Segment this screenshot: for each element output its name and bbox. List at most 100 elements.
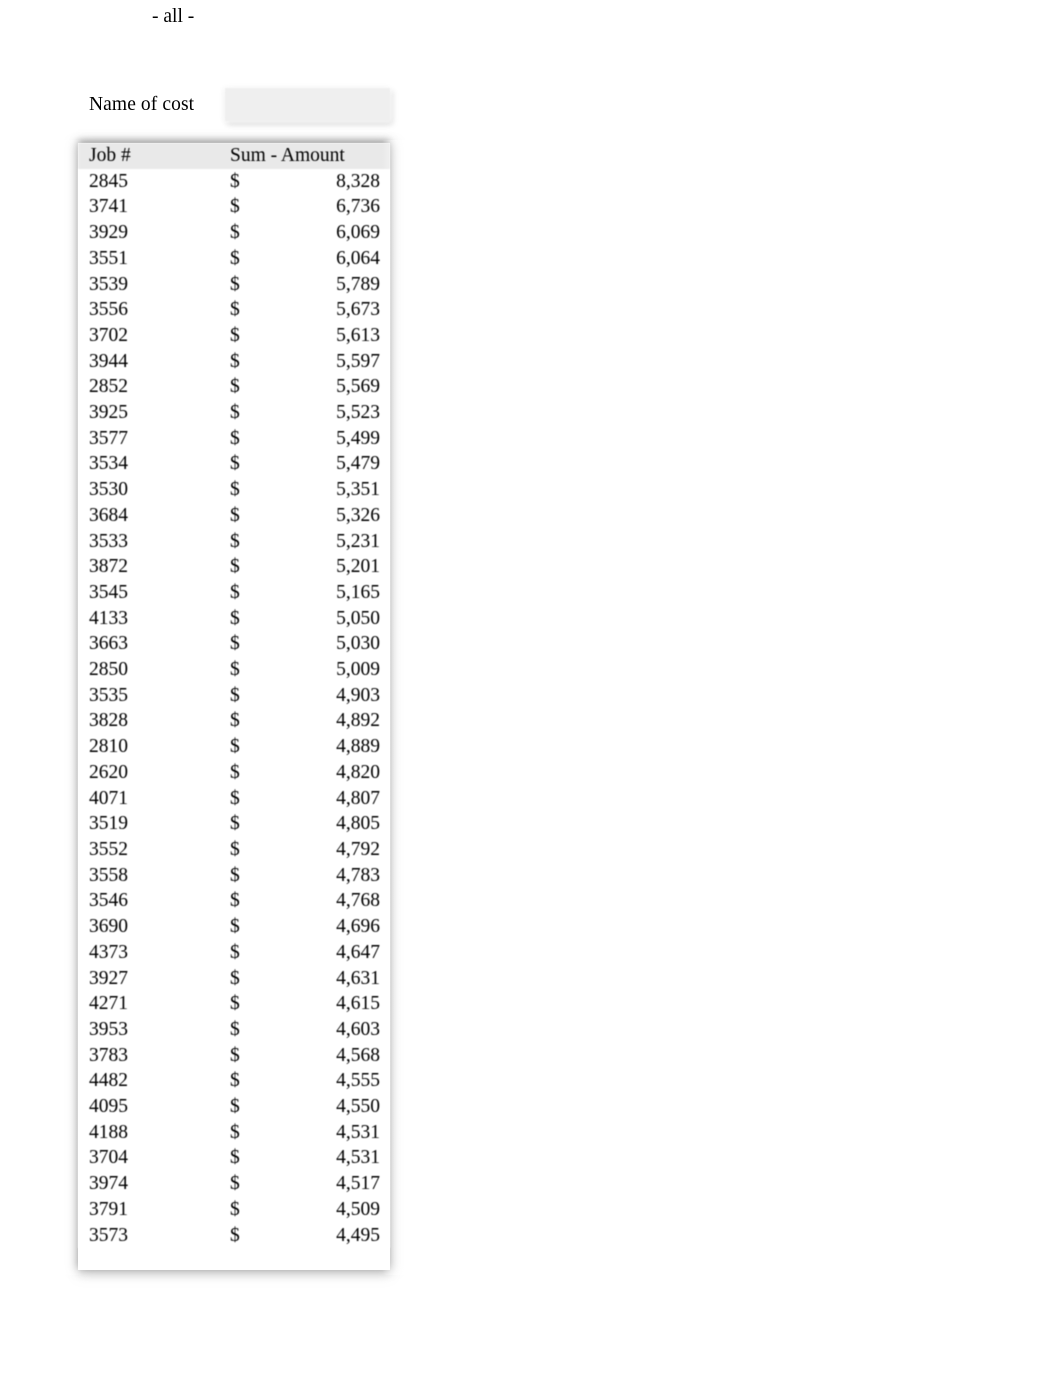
table-row: 3974 $4,517 (78, 1171, 390, 1197)
pivot-table-container: Job # Sum - Amount 2845 $8,328 3741 $6,736 3… (78, 143, 390, 1270)
cell-job: 4071 (78, 785, 225, 812)
cell-amount: $4,783 (225, 862, 390, 889)
amount-value: 5,165 (336, 581, 380, 603)
currency-symbol: $ (230, 530, 240, 552)
currency-symbol: $ (230, 222, 240, 244)
cell-job: 3929 (78, 220, 225, 246)
cell-amount: $4,696 (225, 914, 390, 940)
table-row: 2810 $4,889 (78, 734, 390, 760)
currency-symbol: $ (230, 684, 240, 706)
cell-job: 3783 (78, 1042, 225, 1069)
table-row: 3539 $5,789 (78, 271, 390, 298)
amount-value: 4,531 (336, 1147, 380, 1169)
currency-symbol: $ (230, 864, 240, 886)
cell-amount: $5,165 (225, 579, 390, 606)
amount-value: 4,783 (336, 864, 380, 886)
currency-symbol: $ (230, 376, 240, 398)
table-row: 3828 $4,892 (78, 708, 390, 735)
amount-value: 6,064 (336, 247, 380, 269)
table-row: 3556 $5,673 (78, 297, 390, 323)
cell-amount: $4,889 (225, 734, 390, 760)
cell-amount: $5,673 (225, 297, 390, 323)
cell-amount: $4,820 (225, 759, 390, 786)
cell-job: 4133 (78, 605, 225, 632)
amount-value: 5,351 (336, 479, 380, 501)
filter-value-dropdown[interactable] (225, 88, 390, 121)
currency-symbol: $ (230, 556, 240, 578)
filter-value-text: - all - (152, 6, 195, 27)
table-row: 2620 $4,820 (78, 759, 390, 786)
amount-value: 5,030 (336, 633, 380, 655)
amount-value: 5,009 (336, 659, 380, 681)
amount-value: 4,550 (336, 1096, 380, 1118)
cell-amount: $4,647 (225, 939, 390, 966)
currency-symbol: $ (230, 710, 240, 732)
cell-amount: $5,009 (225, 657, 390, 683)
cell-amount: $4,615 (225, 991, 390, 1017)
amount-value: 4,889 (336, 736, 380, 758)
cell-amount: $5,231 (225, 528, 390, 555)
currency-symbol: $ (230, 427, 240, 449)
cell-job: 3556 (78, 297, 225, 323)
cell-amount: $5,523 (225, 400, 390, 426)
table-body: 2845 $8,328 3741 $6,736 3929 $6,069 3551 $6,064… (78, 168, 390, 1249)
currency-symbol: $ (230, 299, 240, 321)
table-row: 4188 $4,531 (78, 1119, 390, 1146)
amount-value: 4,531 (336, 1121, 380, 1143)
amount-value: 5,597 (336, 350, 380, 372)
cell-amount: $5,326 (225, 502, 390, 529)
amount-value: 4,696 (336, 916, 380, 938)
cell-job: 3573 (78, 1222, 225, 1249)
amount-value: 4,892 (336, 710, 380, 732)
cell-amount: $4,792 (225, 836, 390, 863)
cell-job: 3925 (78, 400, 225, 426)
cell-amount: $5,201 (225, 554, 390, 580)
cell-amount: $4,631 (225, 965, 390, 992)
amount-value: 4,805 (336, 813, 380, 835)
cell-amount: $5,050 (225, 605, 390, 632)
cell-job: 2810 (78, 734, 225, 760)
column-header-job[interactable]: Job # (78, 143, 225, 169)
amount-value: 4,615 (336, 993, 380, 1015)
currency-symbol: $ (230, 993, 240, 1015)
cell-amount: $5,499 (225, 425, 390, 452)
table-row: 3534 $5,479 (78, 451, 390, 478)
table-row: 3944 $5,597 (78, 348, 390, 375)
amount-value: 5,499 (336, 427, 380, 449)
cell-job: 3690 (78, 914, 225, 940)
table-row: 3663 $5,030 (78, 631, 390, 658)
cell-job: 2845 (78, 168, 225, 195)
currency-symbol: $ (230, 247, 240, 269)
table-row: 3741 $6,736 (78, 194, 390, 221)
currency-symbol: $ (230, 1224, 240, 1246)
cell-job: 2620 (78, 759, 225, 786)
cell-amount: $4,768 (225, 888, 390, 915)
currency-symbol: $ (230, 1121, 240, 1143)
table-row: 2845 $8,328 (78, 168, 390, 195)
table-row: 3533 $5,231 (78, 528, 390, 555)
cell-amount: $5,597 (225, 348, 390, 375)
table-row: 3551 $6,064 (78, 245, 390, 272)
cell-job: 3533 (78, 528, 225, 555)
currency-symbol: $ (230, 350, 240, 372)
filter-field-label: Name of cost (89, 94, 195, 115)
cell-amount: $4,550 (225, 1094, 390, 1120)
amount-value: 8,328 (336, 170, 380, 192)
cell-amount: $6,069 (225, 220, 390, 246)
amount-value: 4,768 (336, 890, 380, 912)
table-row: 4373 $4,647 (78, 939, 390, 966)
cell-amount: $6,064 (225, 245, 390, 272)
table-row: 3519 $4,805 (78, 811, 390, 837)
table-row: 4133 $5,050 (78, 605, 390, 632)
table-row: 3791 $4,509 (78, 1196, 390, 1223)
amount-value: 5,201 (336, 556, 380, 578)
column-header-amount[interactable]: Sum - Amount (225, 143, 390, 169)
currency-symbol: $ (230, 504, 240, 526)
table-row: 3783 $4,568 (78, 1042, 390, 1069)
cell-job: 3539 (78, 271, 225, 298)
amount-value: 4,647 (336, 941, 380, 963)
pivot-table: Job # Sum - Amount 2845 $8,328 3741 $6,736 3… (78, 143, 390, 1249)
table-header: Job # Sum - Amount (78, 143, 390, 169)
cell-job: 3577 (78, 425, 225, 452)
cell-job: 3944 (78, 348, 225, 375)
